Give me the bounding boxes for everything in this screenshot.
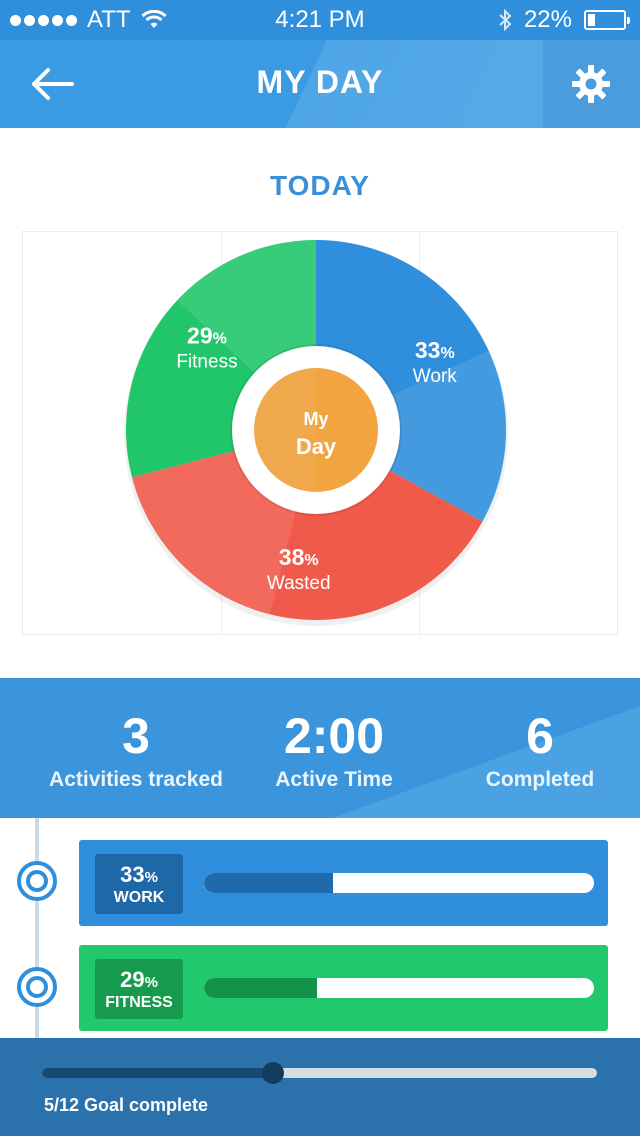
activity-card-work[interactable]: 33% WORK: [79, 840, 608, 926]
center-label-line1: My: [303, 409, 328, 429]
pie-slice-unit: %: [440, 345, 454, 362]
activity-name: WORK: [113, 889, 165, 906]
stat-value: 2:00: [283, 708, 385, 764]
stat-label: Activities tracked: [49, 768, 223, 791]
stat-value: 6: [526, 708, 554, 764]
activity-percent-unit: %: [144, 869, 158, 886]
stat-active-time: 2:00 Active Time: [224, 710, 444, 792]
goal-footer: 5/12 Goal complete: [0, 1038, 640, 1136]
activity-progress-track: [204, 978, 594, 998]
stats-band: 3 Activities tracked 2:00 Active Time 6 …: [0, 678, 640, 818]
stat-label: Active Time: [275, 768, 393, 791]
activity-card-fitness[interactable]: 29% FITNESS: [79, 945, 608, 1031]
chart-area: TODAY 33% Work 38% Wasted 29% Fitness My Day: [0, 128, 640, 678]
pie-slice-label: Work: [413, 366, 457, 387]
goal-progress-fill: [42, 1068, 274, 1078]
battery-icon: [584, 10, 630, 30]
goal-label: 5/12 Goal complete: [44, 1095, 209, 1115]
activity-badge: 29% FITNESS: [95, 959, 183, 1019]
activity-progress-bar: [204, 978, 318, 998]
timeline-node-icon[interactable]: [17, 861, 57, 901]
activity-timeline: 33% WORK 29% FITNESS: [0, 818, 640, 1038]
status-bar: ATT 4:21 PM 22%: [0, 0, 640, 40]
activity-name: FITNESS: [105, 994, 173, 1011]
pie-slice-label: Wasted: [267, 573, 331, 594]
status-right: 22%: [498, 6, 630, 34]
timeline-node-icon[interactable]: [17, 967, 57, 1007]
gear-icon[interactable]: [571, 64, 611, 104]
activity-percent: 29: [120, 967, 145, 992]
goal-slider-handle[interactable]: [262, 1062, 285, 1084]
stat-completed: 6 Completed: [430, 710, 640, 792]
center-label-line2: Day: [296, 434, 337, 459]
pie-slice-unit: %: [213, 330, 227, 347]
activity-percent: 33: [120, 862, 145, 887]
battery-percent: 22%: [523, 6, 572, 33]
activity-progress-bar: [204, 873, 333, 893]
pie-slice-unit: %: [304, 552, 318, 569]
stat-label: Completed: [485, 768, 595, 791]
app-header: MY DAY: [0, 40, 640, 128]
activity-percent-unit: %: [144, 974, 158, 991]
stat-value: 3: [122, 708, 150, 764]
stat-activities: 3 Activities tracked: [26, 710, 246, 792]
settings-button[interactable]: [543, 40, 640, 128]
activity-progress-track: [204, 873, 594, 893]
pie-slice-label: Fitness: [176, 351, 237, 372]
goal-progress-track: [42, 1062, 597, 1084]
activity-badge: 33% WORK: [95, 854, 183, 914]
pie-chart: 33%Work38%Wasted29%FitnessMyDay: [124, 240, 508, 626]
bluetooth-icon: [499, 9, 512, 31]
